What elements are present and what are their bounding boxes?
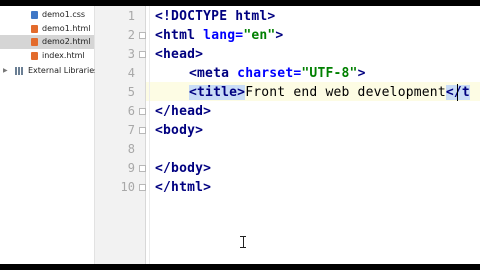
fold-marker[interactable] (139, 127, 146, 134)
html-file-icon (31, 52, 38, 60)
line-number: 5 (127, 85, 135, 99)
tree-item-demo1-html[interactable]: demo1.html (0, 22, 94, 36)
line-number: 1 (127, 9, 135, 23)
tree-item-label: demo2.html (42, 37, 91, 46)
tree-item-label: index.html (42, 51, 85, 60)
line-number: 4 (127, 66, 135, 80)
tree-item-label: demo1.html (42, 24, 91, 33)
line-number: 8 (127, 142, 135, 156)
fold-marker[interactable] (139, 165, 146, 172)
tag-token: > (275, 28, 284, 43)
string-token: "UTF-8" (301, 66, 358, 81)
fold-marker[interactable] (139, 32, 146, 39)
attribute-token: charset= (237, 66, 302, 81)
css-file-icon (31, 11, 38, 19)
code-line-9[interactable]: </body> (155, 159, 211, 178)
text-token: Front end web development (245, 85, 446, 100)
tree-item-label: demo1.css (42, 10, 86, 19)
line-number: 6 (127, 104, 135, 118)
project-tree: demo1.css demo1.html demo2.html index.ht… (0, 6, 98, 264)
string-token: "en" (243, 28, 276, 43)
indent-guide (149, 6, 150, 264)
tag-token: </head> (155, 104, 212, 119)
tag-token: <html (155, 28, 204, 43)
tag-token: </html> (155, 180, 212, 195)
ide-window: demo1.css demo1.html demo2.html index.ht… (0, 6, 480, 264)
code-line-4[interactable]: <meta charset="UTF-8"> (189, 64, 366, 83)
fold-marker[interactable] (139, 51, 146, 58)
tag-token: > (357, 66, 366, 81)
line-number: 9 (127, 161, 135, 175)
tree-item-demo2-html[interactable]: demo2.html (0, 35, 94, 49)
library-icon (15, 67, 24, 75)
line-number: 7 (127, 123, 135, 137)
line-number: 3 (127, 47, 135, 61)
line-number: 10 (120, 180, 135, 194)
fold-marker[interactable] (139, 108, 146, 115)
tree-item-external-libraries[interactable]: ▶ External Libraries (0, 64, 98, 78)
code-line-5[interactable]: <title>Front end web development</t (189, 83, 470, 102)
chevron-right-icon[interactable]: ▶ (3, 64, 8, 78)
code-line-10[interactable]: </html> (155, 178, 211, 197)
code-line-3[interactable]: <head> (155, 45, 203, 64)
tag-token: <meta (189, 66, 238, 81)
mouse-ibeam-cursor-icon (240, 236, 246, 248)
doctype-token: <!DOCTYPE html> (155, 9, 276, 24)
title-open-tag-token: <title> (189, 85, 246, 100)
tag-token: <body> (155, 123, 204, 138)
html-file-icon (31, 25, 38, 33)
fold-marker[interactable] (139, 184, 146, 191)
code-line-2[interactable]: <html lang="en"> (155, 26, 283, 45)
attribute-token: lang= (203, 28, 244, 43)
text-caret (457, 84, 458, 101)
line-number-gutter[interactable]: 1 2 3 4 5 6 7 8 9 10 (95, 6, 146, 264)
code-line-7[interactable]: <body> (155, 121, 203, 140)
html-file-icon (31, 38, 38, 46)
code-line-6[interactable]: </head> (155, 102, 211, 121)
tree-item-demo1-css[interactable]: demo1.css (0, 8, 94, 22)
tag-token: <head> (155, 47, 204, 62)
tree-item-index-html[interactable]: index.html (0, 49, 94, 63)
tag-token: </body> (155, 161, 212, 176)
line-number: 2 (127, 28, 135, 42)
code-line-1[interactable]: <!DOCTYPE html> (155, 7, 275, 26)
tree-item-label: External Libraries (28, 66, 99, 75)
